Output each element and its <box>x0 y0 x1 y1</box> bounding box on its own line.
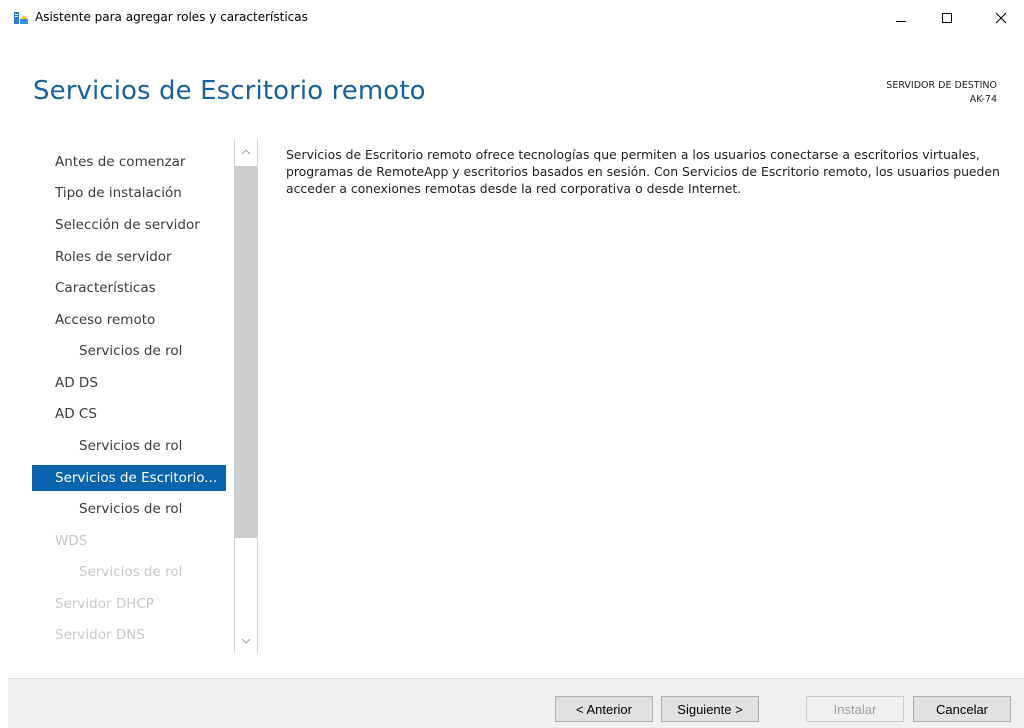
server-manager-icon <box>14 12 28 24</box>
sidebar-scrollbar[interactable] <box>234 140 258 653</box>
nav-item-servicios-de-rol-acceso-remoto[interactable]: Servicios de rol <box>32 338 226 364</box>
nav-item-caracteristicas[interactable]: Características <box>32 275 226 301</box>
nav-item-acceso-remoto[interactable]: Acceso remoto <box>32 307 226 333</box>
nav-item-servidor-dns: Servidor DNS <box>55 627 145 643</box>
destination-label: SERVIDOR DE DESTINO <box>886 80 997 91</box>
scrollbar-thumb[interactable] <box>235 166 257 538</box>
minimize-icon <box>896 21 906 22</box>
install-button[interactable]: Instalar <box>806 696 904 722</box>
role-description: Servicios de Escritorio remoto ofrece te… <box>286 147 1000 196</box>
close-button[interactable] <box>978 0 1024 36</box>
page-title: Servicios de Escritorio remoto <box>33 76 426 106</box>
nav-item-antes-de-comenzar[interactable]: Antes de comenzar <box>32 149 226 175</box>
nav-item-servicios-de-escritorio-remoto[interactable]: Servicios de Escritorio... <box>32 465 226 491</box>
cancel-button[interactable]: Cancelar <box>913 696 1011 722</box>
scroll-down-button[interactable] <box>235 629 257 653</box>
wizard-steps-sidebar: Antes de comenzar Tipo de instalación Se… <box>32 140 258 653</box>
nav-item-roles-de-servidor[interactable]: Roles de servidor <box>32 244 226 270</box>
nav-item-ad-ds[interactable]: AD DS <box>32 370 226 396</box>
destination-server-info: SERVIDOR DE DESTINO AK-74 <box>886 79 997 107</box>
nav-item-seleccion-de-servidor[interactable]: Selección de servidor <box>32 212 226 238</box>
nav-item-servidor-dhcp: Servidor DHCP <box>55 596 154 612</box>
wizard-window: Asistente para agregar roles y caracterí… <box>0 0 1024 728</box>
nav-item-tipo-de-instalacion[interactable]: Tipo de instalación <box>32 180 226 206</box>
scroll-up-button[interactable] <box>235 140 257 164</box>
chevron-down-icon <box>241 638 251 644</box>
nav-item-servicios-de-rol-ad-cs[interactable]: Servicios de rol <box>32 433 226 459</box>
next-button[interactable]: Siguiente > <box>661 696 759 722</box>
wizard-footer: < Anterior Siguiente > Instalar Cancelar <box>8 678 1024 728</box>
previous-button[interactable]: < Anterior <box>555 696 653 722</box>
window-title: Asistente para agregar roles y caracterí… <box>35 10 308 24</box>
nav-item-servicios-de-rol-wds: Servicios de rol <box>79 564 183 580</box>
chevron-up-icon <box>241 149 251 155</box>
nav-item-servicios-de-rol-escritorio-remoto[interactable]: Servicios de rol <box>32 496 226 522</box>
nav-item-wds: WDS <box>55 533 88 549</box>
close-icon <box>995 12 1007 24</box>
title-bar: Asistente para agregar roles y caracterí… <box>0 0 1024 38</box>
nav-item-ad-cs[interactable]: AD CS <box>32 401 226 427</box>
destination-server-name: AK-74 <box>969 94 997 105</box>
minimize-button[interactable] <box>878 0 924 36</box>
maximize-icon <box>942 13 952 23</box>
maximize-button[interactable] <box>924 0 970 36</box>
